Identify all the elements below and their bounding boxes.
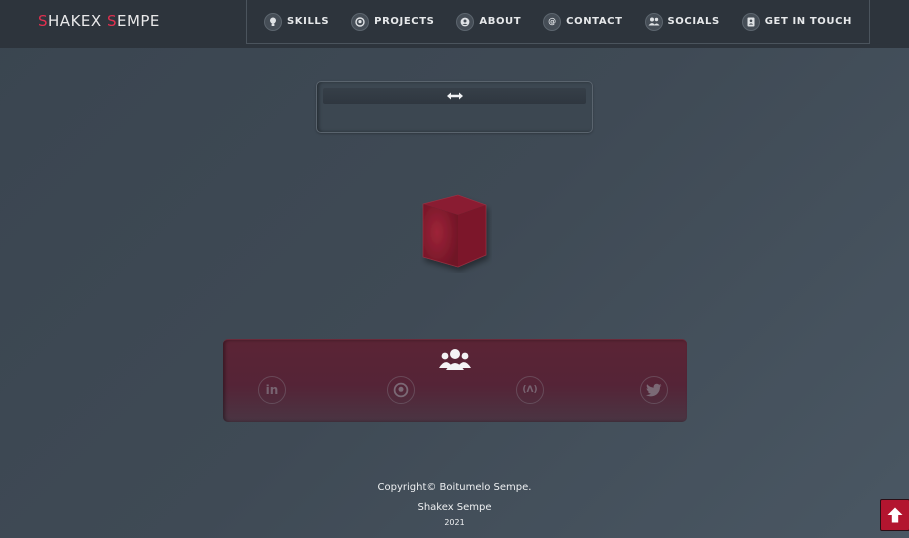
brand-text-1: HAKEX [48,12,107,30]
brand-logo[interactable]: SHAKEX SEMPE [38,12,160,30]
freecodecamp-icon[interactable]: (Λ) [516,376,544,404]
users-icon [439,349,471,370]
brand-initial-2: S [106,12,117,30]
users-icon [644,12,663,31]
socials-panel: in (Λ) [223,339,687,422]
scroll-to-top-button[interactable] [880,499,909,531]
nav-label-projects: PROJECTS [374,16,435,27]
github-icon [351,12,370,31]
twitter-icon[interactable] [640,376,668,404]
nav-label-socials: SOCIALS [667,16,720,27]
arrow-up-icon [887,507,903,523]
nav-label-get-in-touch: GET IN TOUCH [764,16,853,27]
linkedin-glyph: in [265,383,279,397]
main-nav: SKILLS PROJECTS ABOUT @ CONTACT SOCIALS [246,0,870,44]
resize-handle[interactable] [323,88,586,104]
nav-item-contact[interactable]: @ CONTACT [543,12,623,31]
3d-cube[interactable] [420,193,492,273]
freecodecamp-glyph: (Λ) [522,385,538,395]
horizontal-arrows-icon [446,92,463,100]
brand-initial-1: S [38,12,49,30]
lightbulb-icon [263,12,282,31]
footer-name: Shakex Sempe [417,502,492,513]
brand-text-2: EMPE [116,12,160,30]
github-glyph [393,382,409,398]
nav-label-skills: SKILLS [286,16,330,27]
resize-panel [316,81,593,133]
footer-year: 2021 [444,518,465,527]
socials-header [223,348,687,370]
nav-item-socials[interactable]: SOCIALS [644,12,720,31]
linkedin-icon[interactable]: in [258,376,286,404]
address-book-icon [741,12,760,31]
top-navbar: SHAKEX SEMPE SKILLS PROJECTS ABOUT @ CON… [0,0,909,48]
nav-item-projects[interactable]: PROJECTS [351,12,435,31]
nav-item-about[interactable]: ABOUT [456,12,522,31]
twitter-glyph [646,383,662,397]
user-circle-icon [456,12,475,31]
nav-label-contact: CONTACT [566,16,623,27]
nav-label-about: ABOUT [479,16,522,27]
nav-item-skills[interactable]: SKILLS [263,12,330,31]
github-icon[interactable] [387,376,415,404]
nav-item-get-in-touch[interactable]: GET IN TOUCH [741,12,853,31]
footer-copyright: Copyright© Boitumelo Sempe. [377,482,532,493]
at-icon: @ [543,12,562,31]
